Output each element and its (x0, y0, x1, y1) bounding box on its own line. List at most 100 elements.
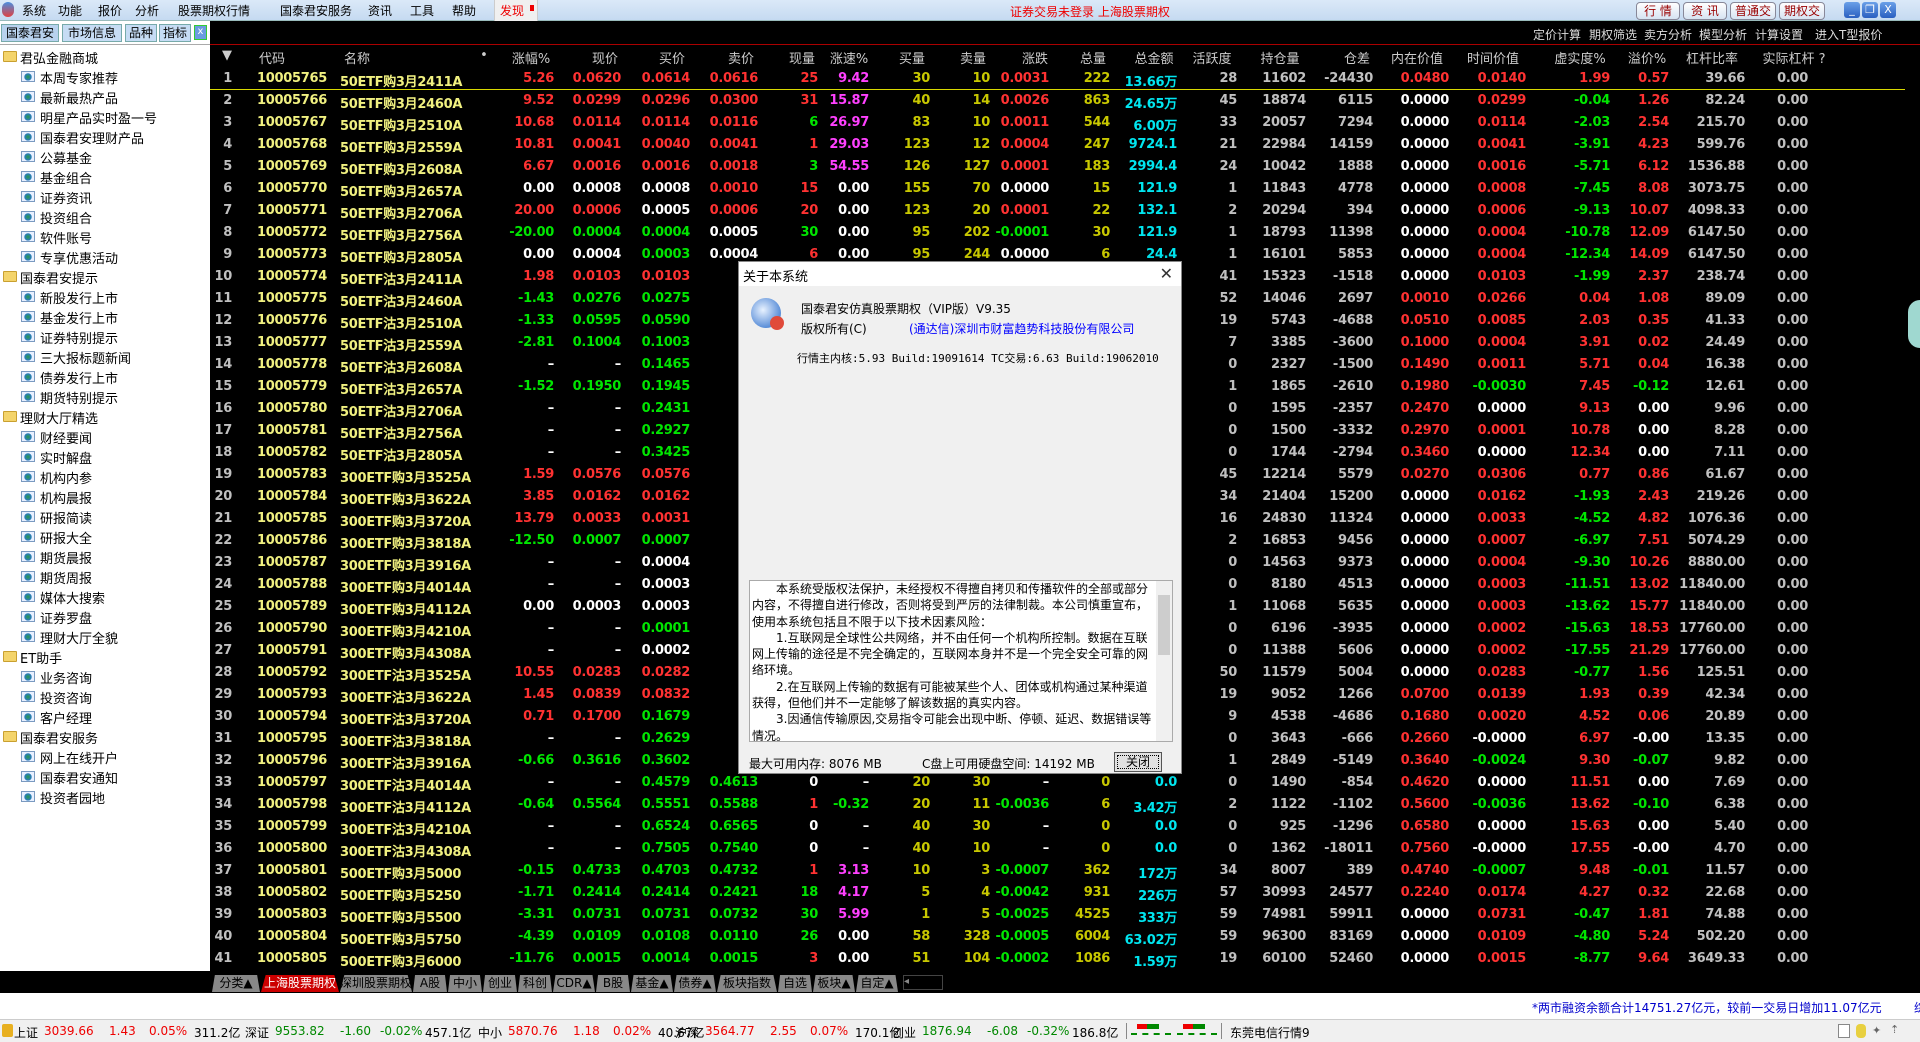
minimize-button[interactable]: _ (1844, 2, 1860, 18)
index-name[interactable]: 深证 (245, 1024, 269, 1041)
menu-discover[interactable]: 发现 (494, 0, 538, 21)
tree-item[interactable]: 证券资讯 (0, 187, 210, 207)
tab-market-info[interactable]: 市场信息 (62, 24, 122, 42)
column-header[interactable]: 持仓量 (1260, 48, 1299, 67)
column-header[interactable]: 卖价 (728, 48, 754, 67)
tree-item[interactable]: 媒体大搜索 (0, 587, 210, 607)
market-tab[interactable]: 基金▲ (631, 975, 673, 992)
column-header[interactable]: 活跃度 (1192, 48, 1231, 67)
market-tab[interactable]: 上海股票期权 (261, 975, 339, 992)
tree-item[interactable]: 期货特别提示 (0, 387, 210, 407)
table-row[interactable]: 1 10005765 50ETF购3月2411A 5.26 0.0620 0.0614 0.… (210, 68, 1905, 90)
tree-item[interactable]: 理财大厅全貌 (0, 627, 210, 647)
normal-trade-button[interactable]: 普通交易 (1730, 2, 1776, 34)
close-panel-button[interactable]: x (194, 25, 207, 40)
tree-item[interactable]: 明星产品实时盈一号 (0, 107, 210, 127)
column-header[interactable]: 仓差 (1344, 48, 1370, 67)
tree-item[interactable]: 基金组合 (0, 167, 210, 187)
table-row[interactable]: 41 10005805 500ETF购3月6000 -11.76 0.0015 0.001… (210, 948, 1905, 970)
dialog-close-icon[interactable]: ✕ (1160, 264, 1173, 283)
column-header[interactable]: 总量 (1080, 48, 1106, 67)
tree-group[interactable]: 理财大厅精选 (0, 407, 210, 427)
table-row[interactable]: 5 10005769 50ETF购3月2608A 6.67 0.0016 0.0016 0.… (210, 156, 1905, 178)
index-name[interactable]: 沪深 (675, 1024, 699, 1041)
market-tab[interactable]: B股 (596, 975, 630, 992)
calc-settings-link[interactable]: 计算设置 (1755, 26, 1803, 43)
table-row[interactable]: 35 10005799 300ETF沽3月4210A – – 0.6524 0.6565 0 –… (210, 816, 1905, 838)
market-tab[interactable]: 板块▲ (813, 975, 855, 992)
tree-item[interactable]: 软件账号 (0, 227, 210, 247)
upload-icon[interactable]: ⇡ (1890, 1023, 1899, 1036)
table-row[interactable]: 37 10005801 500ETF购3月5000 -0.15 0.4733 0.4703… (210, 860, 1905, 882)
pin-icon[interactable]: ✦ (1872, 1024, 1882, 1038)
disclaimer-scrollbar[interactable] (1156, 581, 1172, 741)
table-row[interactable]: 2 10005766 50ETF购3月2460A 9.52 0.0299 0.0296 0.… (210, 90, 1905, 112)
ticker-text[interactable]: *两市融资余额合计14751.27亿元，较前一交易日增加11.07亿元 (1532, 999, 1882, 1016)
table-row[interactable]: 3 10005767 50ETF购3月2510A 10.68 0.0114 0.0114 0… (210, 112, 1905, 134)
tree-item[interactable]: 公募基金 (0, 147, 210, 167)
menu-news[interactable]: 资讯 (368, 2, 392, 19)
market-tab[interactable]: 自选 (778, 975, 812, 992)
tree-item[interactable]: 国泰君安理财产品 (0, 127, 210, 147)
tree-item[interactable]: 机构内参 (0, 467, 210, 487)
tabs-scroll-left-button[interactable]: ◂ (903, 975, 943, 990)
tab-variety[interactable]: 品种 (125, 24, 157, 42)
scrollbar-thumb[interactable] (1158, 595, 1170, 655)
tree-item[interactable]: 债券发行上市 (0, 367, 210, 387)
market-tab[interactable]: 自定▲ (856, 975, 898, 992)
table-row[interactable]: 4 10005768 50ETF购3月2559A 10.81 0.0041 0.0040 0… (210, 134, 1905, 156)
dialog-close-button[interactable]: 关闭 (1114, 752, 1162, 772)
tree-item[interactable]: 投资咨询 (0, 687, 210, 707)
tab-indicator[interactable]: 指标 (159, 24, 191, 42)
tree-group[interactable]: 君弘金融商城 (0, 47, 210, 67)
tree-group[interactable]: ET助手 (0, 647, 210, 667)
tree-item[interactable]: 网上在线开户 (0, 747, 210, 767)
tree-item[interactable]: 新股发行上市 (0, 287, 210, 307)
column-header[interactable]: 杠杆比率 (1686, 48, 1738, 67)
menu-quote[interactable]: 报价 (98, 2, 122, 19)
tree-item[interactable]: 专享优惠活动 (0, 247, 210, 267)
quotes-button[interactable]: 行 情 (1636, 2, 1680, 20)
column-header[interactable]: 现量 (789, 48, 815, 67)
table-row[interactable]: 36 10005800 300ETF沽3月4308A – – 0.7505 0.7540 0 –… (210, 838, 1905, 860)
tree-item[interactable]: 三大报标题新闻 (0, 347, 210, 367)
side-drawer-handle[interactable] (1908, 300, 1920, 348)
column-header[interactable]: 虚实度% (1554, 48, 1605, 67)
news-button[interactable]: 资 讯 (1683, 2, 1727, 20)
tree-item[interactable]: 财经要闻 (0, 427, 210, 447)
tree-item[interactable]: 投资者园地 (0, 787, 210, 807)
column-header[interactable]: 时间价值 (1467, 48, 1519, 67)
market-tab[interactable]: 创业 (483, 975, 517, 992)
tree-item[interactable]: 实时解盘 (0, 447, 210, 467)
table-row[interactable]: 40 10005804 500ETF购3月5750 -4.39 0.0109 0.0108… (210, 926, 1905, 948)
column-header[interactable]: 名称 (344, 48, 370, 67)
disclaimer-textarea[interactable]: 本系统受版权法保护，未经授权不得擅自拷贝和传播软件的全部或部分内容，不得擅自进行… (749, 580, 1173, 742)
market-tab[interactable]: CDR▲ (553, 975, 595, 992)
tree-group[interactable]: 国泰君安提示 (0, 267, 210, 287)
table-row[interactable]: 33 10005797 300ETF沽3月4014A – – 0.4579 0.4613 0 –… (210, 772, 1905, 794)
tree-item[interactable]: 研报简读 (0, 507, 210, 527)
column-header[interactable]: 买价 (659, 48, 685, 67)
index-name[interactable]: 中小 (478, 1024, 502, 1041)
market-tab[interactable]: 科创 (518, 975, 552, 992)
tree-item[interactable]: 基金发行上市 (0, 307, 210, 327)
column-header[interactable]: 涨速% (830, 48, 868, 67)
column-header[interactable]: 现价 (592, 48, 618, 67)
column-header[interactable]: 卖量 (960, 48, 986, 67)
menu-gtja-service[interactable]: 国泰君安服务 (280, 2, 352, 19)
tree-item[interactable]: 国泰君安通知 (0, 767, 210, 787)
table-row[interactable]: 6 10005770 50ETF购3月2657A 0.00 0.0008 0.0008 0.… (210, 178, 1905, 200)
tree-item[interactable]: 证券特别提示 (0, 327, 210, 347)
server-name[interactable]: 东莞电信行情9 (1230, 1024, 1310, 1041)
column-header[interactable]: 实际杠杆 ? (1762, 48, 1825, 67)
tree-item[interactable]: 业务咨询 (0, 667, 210, 687)
t-quote-link[interactable]: 进入T型报价 (1815, 26, 1882, 43)
coin-icon[interactable] (1856, 1024, 1866, 1038)
tree-item[interactable]: 最新最热产品 (0, 87, 210, 107)
model-analysis-link[interactable]: 模型分析 (1699, 26, 1747, 43)
tree-item[interactable]: 客户经理 (0, 707, 210, 727)
menu-system[interactable]: 系统 (22, 2, 46, 19)
tree-item[interactable]: 研报大全 (0, 527, 210, 547)
tree-item[interactable]: 机构晨报 (0, 487, 210, 507)
table-row[interactable]: 38 10005802 500ETF购3月5250 -1.71 0.2414 0.2414… (210, 882, 1905, 904)
